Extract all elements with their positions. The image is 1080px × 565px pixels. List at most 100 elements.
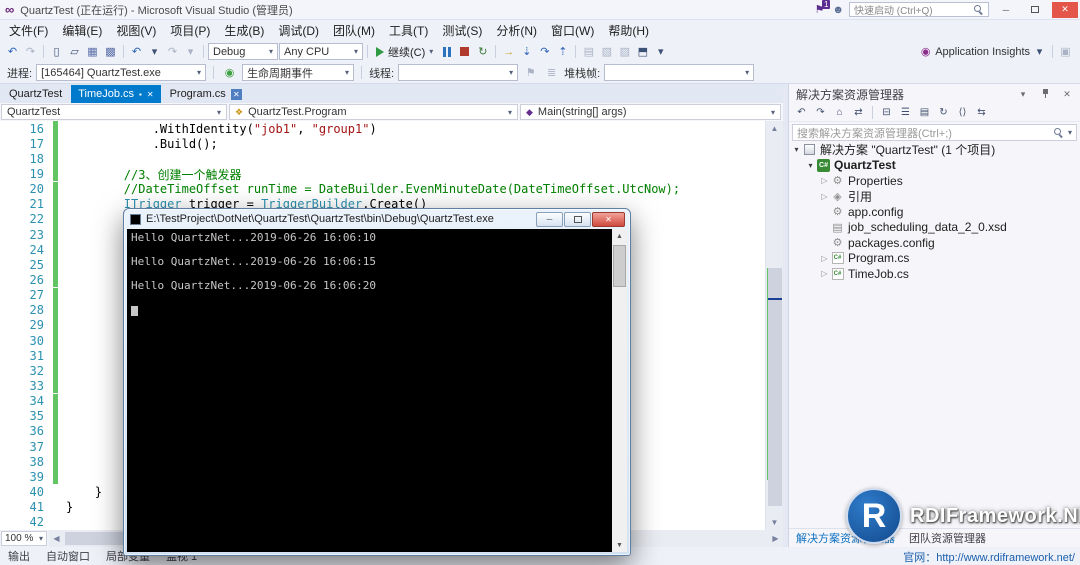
- process-dropdown[interactable]: [165464] QuartzTest.exe▾: [36, 64, 206, 81]
- console-close-button[interactable]: ✕: [592, 212, 625, 227]
- view-code-icon[interactable]: ⟨⟩: [954, 105, 971, 121]
- console-maximize-button[interactable]: [564, 212, 591, 227]
- application-insights-label[interactable]: Application Insights: [935, 46, 1030, 58]
- console-title-bar[interactable]: E:\TestProject\DotNet\QuartzTest\QuartzT…: [127, 209, 627, 229]
- platform-dropdown[interactable]: Any CPU▾: [279, 43, 363, 60]
- tree-item[interactable]: ▾C#QuartzTest: [789, 158, 1080, 174]
- tree-item[interactable]: ⚙app.config: [789, 204, 1080, 220]
- stack-frame-dropdown[interactable]: ▾: [604, 64, 754, 81]
- feedback-icon[interactable]: ▣: [1057, 43, 1074, 61]
- collapsed-arrow-icon[interactable]: ▷: [819, 269, 830, 278]
- auto-hide-pin-icon[interactable]: [1037, 87, 1053, 102]
- scroll-down-icon[interactable]: ▼: [612, 538, 627, 552]
- refresh-icon[interactable]: ↻: [935, 105, 952, 121]
- menu-item[interactable]: 团队(M): [326, 20, 382, 41]
- menu-item[interactable]: 视图(V): [109, 20, 163, 41]
- flag-threads-icon[interactable]: ⚑: [522, 64, 539, 82]
- save-icon[interactable]: ▦: [84, 43, 101, 61]
- pin-tab-icon[interactable]: ▪: [139, 90, 142, 99]
- step-into-icon[interactable]: ⇣: [518, 43, 535, 61]
- tree-item[interactable]: ▾解决方案 "QuartzTest" (1 个项目): [789, 142, 1080, 158]
- tree-item[interactable]: ⚙packages.config: [789, 235, 1080, 251]
- quick-launch-input[interactable]: 快速启动 (Ctrl+Q): [849, 2, 989, 17]
- document-tab[interactable]: TimeJob.cs▪✕: [71, 85, 160, 103]
- step-over-icon[interactable]: ↷: [536, 43, 553, 61]
- close-panel-icon[interactable]: ✕: [1059, 87, 1075, 102]
- uncomment-icon[interactable]: ▨: [616, 43, 633, 61]
- notifications-flag-icon[interactable]: ⚑1: [811, 3, 827, 17]
- tree-item[interactable]: ▷⚙Properties: [789, 173, 1080, 189]
- tree-item[interactable]: ▷◈引用: [789, 189, 1080, 205]
- scroll-down-icon[interactable]: ▼: [766, 515, 783, 530]
- window-position-icon[interactable]: ▾: [1015, 87, 1031, 102]
- redo-icon[interactable]: ↷: [164, 43, 181, 61]
- step-out-icon[interactable]: ⇡: [554, 43, 571, 61]
- document-tab[interactable]: Program.cs✕: [163, 85, 249, 103]
- search-options-icon[interactable]: ▾: [1068, 128, 1072, 137]
- undo-icon[interactable]: ↶: [128, 43, 145, 61]
- open-file-icon[interactable]: ▱: [66, 43, 83, 61]
- editor-vertical-scrollbar[interactable]: ▲ ▼: [765, 121, 783, 530]
- console-window[interactable]: E:\TestProject\DotNet\QuartzTest\QuartzT…: [123, 208, 631, 556]
- redo-dropdown-icon[interactable]: ▾: [182, 43, 199, 61]
- tree-item[interactable]: ▤job_scheduling_data_2_0.xsd: [789, 220, 1080, 236]
- menu-item[interactable]: 文件(F): [2, 20, 55, 41]
- solution-explorer-search[interactable]: 搜索解决方案资源管理器(Ctrl+;) ▾: [792, 124, 1077, 141]
- configuration-dropdown[interactable]: Debug▾: [208, 43, 278, 60]
- save-all-icon[interactable]: ▩: [102, 43, 119, 61]
- back-icon[interactable]: ↶: [793, 105, 810, 121]
- tool-window-tab[interactable]: 输出: [8, 548, 30, 564]
- home-icon[interactable]: ⌂: [831, 105, 848, 121]
- show-all-files-icon[interactable]: ▤: [916, 105, 933, 121]
- menu-item[interactable]: 窗口(W): [544, 20, 601, 41]
- menu-item[interactable]: 测试(S): [435, 20, 489, 41]
- editor-zoom-control[interactable]: 100 %▾: [1, 531, 47, 546]
- scroll-up-icon[interactable]: ▲: [766, 121, 783, 136]
- feedback-person-icon[interactable]: ☻: [832, 4, 844, 16]
- collapsed-arrow-icon[interactable]: ▷: [819, 254, 830, 263]
- stop-debugging-icon[interactable]: [456, 43, 473, 61]
- continue-button[interactable]: 继续(C) ▾: [372, 43, 437, 61]
- menu-item[interactable]: 调试(D): [271, 20, 326, 41]
- collapse-all-icon[interactable]: ⊟: [878, 105, 895, 121]
- close-tab-icon[interactable]: ✕: [147, 90, 154, 99]
- collapsed-arrow-icon[interactable]: ▷: [819, 192, 830, 201]
- toolbar-overflow-icon[interactable]: ▾: [652, 43, 669, 61]
- tree-item[interactable]: ▷C#Program.cs: [789, 251, 1080, 267]
- thread-list-icon[interactable]: ≣: [543, 64, 560, 82]
- editor-line[interactable]: 17 .Build();: [0, 136, 765, 151]
- scroll-left-icon[interactable]: ◀: [49, 530, 64, 547]
- menu-item[interactable]: 工具(T): [382, 20, 435, 41]
- scrollbar-thumb[interactable]: [613, 245, 626, 287]
- editor-line[interactable]: 16 .WithIdentity("job1", "group1"): [0, 121, 765, 136]
- undo-dropdown-icon[interactable]: ▾: [146, 43, 163, 61]
- properties-page-icon[interactable]: ☰: [897, 105, 914, 121]
- document-tab[interactable]: QuartzTest: [2, 85, 69, 103]
- collapsed-arrow-icon[interactable]: ▷: [819, 176, 830, 185]
- tool-window-tab[interactable]: 自动窗口: [46, 548, 90, 564]
- editor-line[interactable]: 20 //DateTimeOffset runTime = DateBuilde…: [0, 182, 765, 197]
- switch-views-icon[interactable]: ⇄: [850, 105, 867, 121]
- editor-line[interactable]: 18: [0, 151, 765, 166]
- tree-item[interactable]: ▷C#TimeJob.cs: [789, 266, 1080, 282]
- minimize-button[interactable]: ─: [994, 2, 1018, 18]
- console-scrollbar[interactable]: ▲ ▼: [612, 229, 627, 552]
- maximize-button[interactable]: [1023, 2, 1047, 18]
- expanded-arrow-icon[interactable]: ▾: [791, 145, 802, 154]
- break-all-icon[interactable]: [438, 43, 455, 61]
- new-file-icon[interactable]: ▯: [48, 43, 65, 61]
- lifecycle-events-dropdown[interactable]: 生命周期事件▾: [242, 64, 354, 81]
- hex-display-icon[interactable]: ⬒: [634, 43, 651, 61]
- application-insights-dropdown-icon[interactable]: ▾: [1031, 43, 1048, 61]
- forward-icon[interactable]: ↷: [812, 105, 829, 121]
- project-dropdown[interactable]: QuartzTest ▾: [1, 104, 227, 120]
- type-dropdown[interactable]: ❖ QuartzTest.Program ▾: [229, 104, 518, 120]
- scroll-right-icon[interactable]: ▶: [768, 530, 783, 547]
- menu-item[interactable]: 项目(P): [163, 20, 217, 41]
- menu-item[interactable]: 编辑(E): [55, 20, 109, 41]
- expanded-arrow-icon[interactable]: ▾: [805, 161, 816, 170]
- scrollbar-thumb[interactable]: [768, 268, 782, 506]
- show-next-statement-icon[interactable]: →: [500, 43, 517, 61]
- close-button[interactable]: ✕: [1052, 2, 1078, 18]
- thread-dropdown[interactable]: ▾: [398, 64, 518, 81]
